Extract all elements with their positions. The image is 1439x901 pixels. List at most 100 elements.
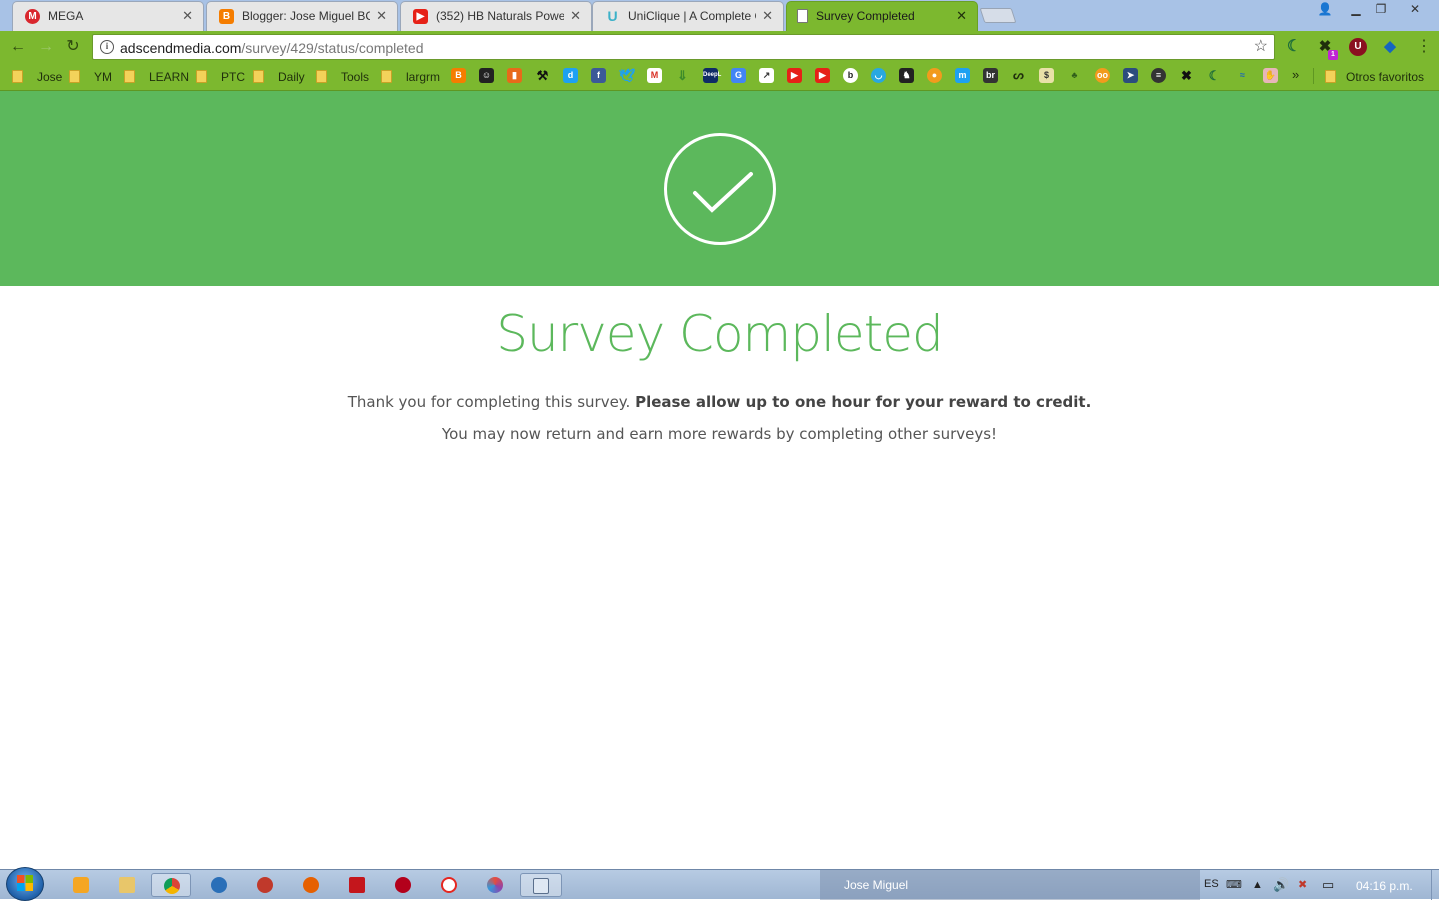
d-bookmark-icon[interactable]: d xyxy=(563,68,578,83)
close-icon[interactable]: ✕ xyxy=(956,8,967,23)
blogger-bookmark-icon[interactable]: B xyxy=(451,68,466,83)
show-desktop-button[interactable] xyxy=(1431,870,1439,900)
minimize-button[interactable]: ▁ xyxy=(1343,0,1369,18)
profile-icon[interactable]: 👤 xyxy=(1312,0,1338,18)
close-icon[interactable]: ✕ xyxy=(570,8,581,23)
keyboard-icon[interactable]: ⌨ xyxy=(1226,878,1242,892)
back-button[interactable]: ← xyxy=(8,37,28,57)
bookmark-folder-jose[interactable]: Jose xyxy=(12,69,62,85)
other-bookmarks-folder[interactable]: Otros favoritos xyxy=(1325,69,1424,85)
taskbar-media-player[interactable] xyxy=(61,873,101,897)
tab-blogger[interactable]: B Blogger: Jose Miguel BCP ✕ xyxy=(206,1,398,31)
bookmark-folder-daily[interactable]: Daily xyxy=(253,69,305,85)
uniclique-icon: U xyxy=(607,8,618,24)
fox-bookmark-icon[interactable]: ♞ xyxy=(899,68,914,83)
moon-extension-icon[interactable]: ☾ xyxy=(1285,38,1303,56)
tools-bookmark-icon[interactable]: ⚒ xyxy=(535,68,550,83)
youtube-bookmark-icon[interactable]: ▶ xyxy=(787,68,802,83)
br-bookmark-icon[interactable]: br xyxy=(983,68,998,83)
gmail-icon[interactable]: M xyxy=(647,68,662,83)
wave-bookmark-icon[interactable]: ≈ xyxy=(1235,68,1250,83)
firefox-icon xyxy=(303,877,319,893)
bookmark-star-icon[interactable]: ☆ xyxy=(1254,38,1268,56)
bookmark-folder-tools[interactable]: Tools xyxy=(316,69,369,85)
taskbar-app-window[interactable] xyxy=(520,873,562,897)
tab-title: UniClique | A Complete C xyxy=(628,9,756,23)
taskbar-app-opera[interactable] xyxy=(245,873,285,897)
x-bookmark-icon[interactable]: ✖ xyxy=(1179,68,1194,83)
taskbar-app-d[interactable] xyxy=(337,873,377,897)
chrome-icon xyxy=(164,878,180,894)
reward-message: Thank you for completing this survey. Pl… xyxy=(0,393,1439,411)
smile-bookmark-icon[interactable]: ◡ xyxy=(871,68,886,83)
mega-icon: M xyxy=(25,9,40,24)
deepl-icon[interactable]: DeepL xyxy=(703,68,721,83)
owl-bookmark-icon[interactable]: oo xyxy=(1095,68,1110,83)
media-player-icon xyxy=(73,877,89,893)
b-bookmark-icon[interactable]: b xyxy=(843,68,858,83)
checkmark-icon xyxy=(664,133,776,245)
restore-button[interactable]: ❐ xyxy=(1368,0,1394,18)
tab-title: Survey Completed xyxy=(816,9,915,23)
power-icon[interactable]: ▭ xyxy=(1322,878,1334,892)
close-icon[interactable]: ✕ xyxy=(182,8,193,23)
taskbar-app-swirl[interactable] xyxy=(475,873,515,897)
cat-bookmark-icon[interactable]: ☺ xyxy=(479,68,494,83)
clock[interactable]: 04:16 p.m. xyxy=(1356,879,1413,893)
chart-bookmark-icon[interactable]: ▮ xyxy=(507,68,522,83)
bookmark-folder-ptc[interactable]: PTC xyxy=(196,69,245,85)
bookmark-folder-ym[interactable]: YM xyxy=(69,69,112,85)
language-indicator[interactable]: ES xyxy=(1204,877,1219,891)
orange-bookmark-icon[interactable]: ● xyxy=(927,68,942,83)
close-icon[interactable]: ✕ xyxy=(376,8,387,23)
taskbar-chrome[interactable] xyxy=(151,873,191,897)
page-icon xyxy=(797,9,808,23)
tab-youtube[interactable]: ▶ (352) HB Naturals Power ✕ xyxy=(400,1,592,31)
address-bar[interactable]: i adscendmedia.com/survey/429/status/com… xyxy=(92,34,1275,60)
taskbar-explorer[interactable] xyxy=(107,873,147,897)
url-path: /survey/429/status/completed xyxy=(241,40,424,56)
taskbar-app-globe[interactable] xyxy=(199,873,239,897)
taskbar-yandex[interactable] xyxy=(429,873,469,897)
youtube-bookmark-icon[interactable]: ▶ xyxy=(815,68,830,83)
yandex-icon xyxy=(441,877,457,893)
new-tab-button[interactable] xyxy=(979,8,1017,23)
arrow-bookmark-icon[interactable]: ➤ xyxy=(1123,68,1138,83)
facebook-icon[interactable]: f xyxy=(591,68,606,83)
bookmark-label: Otros favoritos xyxy=(1346,70,1425,84)
dollar-bookmark-icon[interactable]: $ xyxy=(1039,68,1054,83)
tab-uniclique[interactable]: U UniClique | A Complete C ✕ xyxy=(592,1,784,31)
ublock-icon[interactable]: U xyxy=(1349,38,1367,56)
more-bookmarks-button[interactable]: » xyxy=(1292,67,1299,82)
taskbar-firefox[interactable] xyxy=(291,873,331,897)
figure-bookmark-icon[interactable]: ♣ xyxy=(1067,68,1082,83)
moon-bookmark-icon[interactable]: ☾ xyxy=(1207,68,1222,83)
close-window-button[interactable]: ✕ xyxy=(1400,0,1430,18)
show-hidden-icons-button[interactable]: ▲ xyxy=(1252,878,1263,892)
swirl-bookmark-icon[interactable]: ᔕ xyxy=(1011,68,1026,83)
folder-icon xyxy=(316,70,327,83)
download-bookmark-icon[interactable]: ⇓ xyxy=(675,68,690,83)
hand-bookmark-icon[interactable]: ✋ xyxy=(1263,68,1278,83)
bookmark-label: PTC xyxy=(221,70,245,84)
info-icon[interactable]: i xyxy=(100,40,114,54)
volume-icon[interactable]: 🔊 xyxy=(1273,878,1289,892)
forward-button[interactable]: → xyxy=(36,37,56,57)
stats-bookmark-icon[interactable]: ↗ xyxy=(759,68,774,83)
url-text[interactable]: adscendmedia.com/survey/429/status/compl… xyxy=(120,40,424,56)
google-translate-icon[interactable]: G xyxy=(731,68,746,83)
m-bookmark-icon[interactable]: m xyxy=(955,68,970,83)
reload-button[interactable]: ↻ xyxy=(63,37,83,57)
tab-survey-completed[interactable]: Survey Completed ✕ xyxy=(786,1,978,31)
diamond-extension-icon[interactable]: ◆ xyxy=(1381,38,1399,56)
bookmark-folder-learn[interactable]: LEARN xyxy=(124,69,189,85)
tab-mega[interactable]: M MEGA ✕ xyxy=(12,1,204,31)
bookmark-folder-largrm[interactable]: largrm xyxy=(381,69,440,85)
close-icon[interactable]: ✕ xyxy=(762,8,773,23)
twitter-icon[interactable]: 🕊 xyxy=(619,68,636,83)
taskbar-app-red[interactable] xyxy=(383,873,423,897)
start-button[interactable] xyxy=(6,867,44,901)
menu-icon[interactable]: ⋮ xyxy=(1416,38,1432,56)
network-error-icon[interactable]: ✖ xyxy=(1298,878,1307,892)
burger-bookmark-icon[interactable]: ≡ xyxy=(1151,68,1166,83)
